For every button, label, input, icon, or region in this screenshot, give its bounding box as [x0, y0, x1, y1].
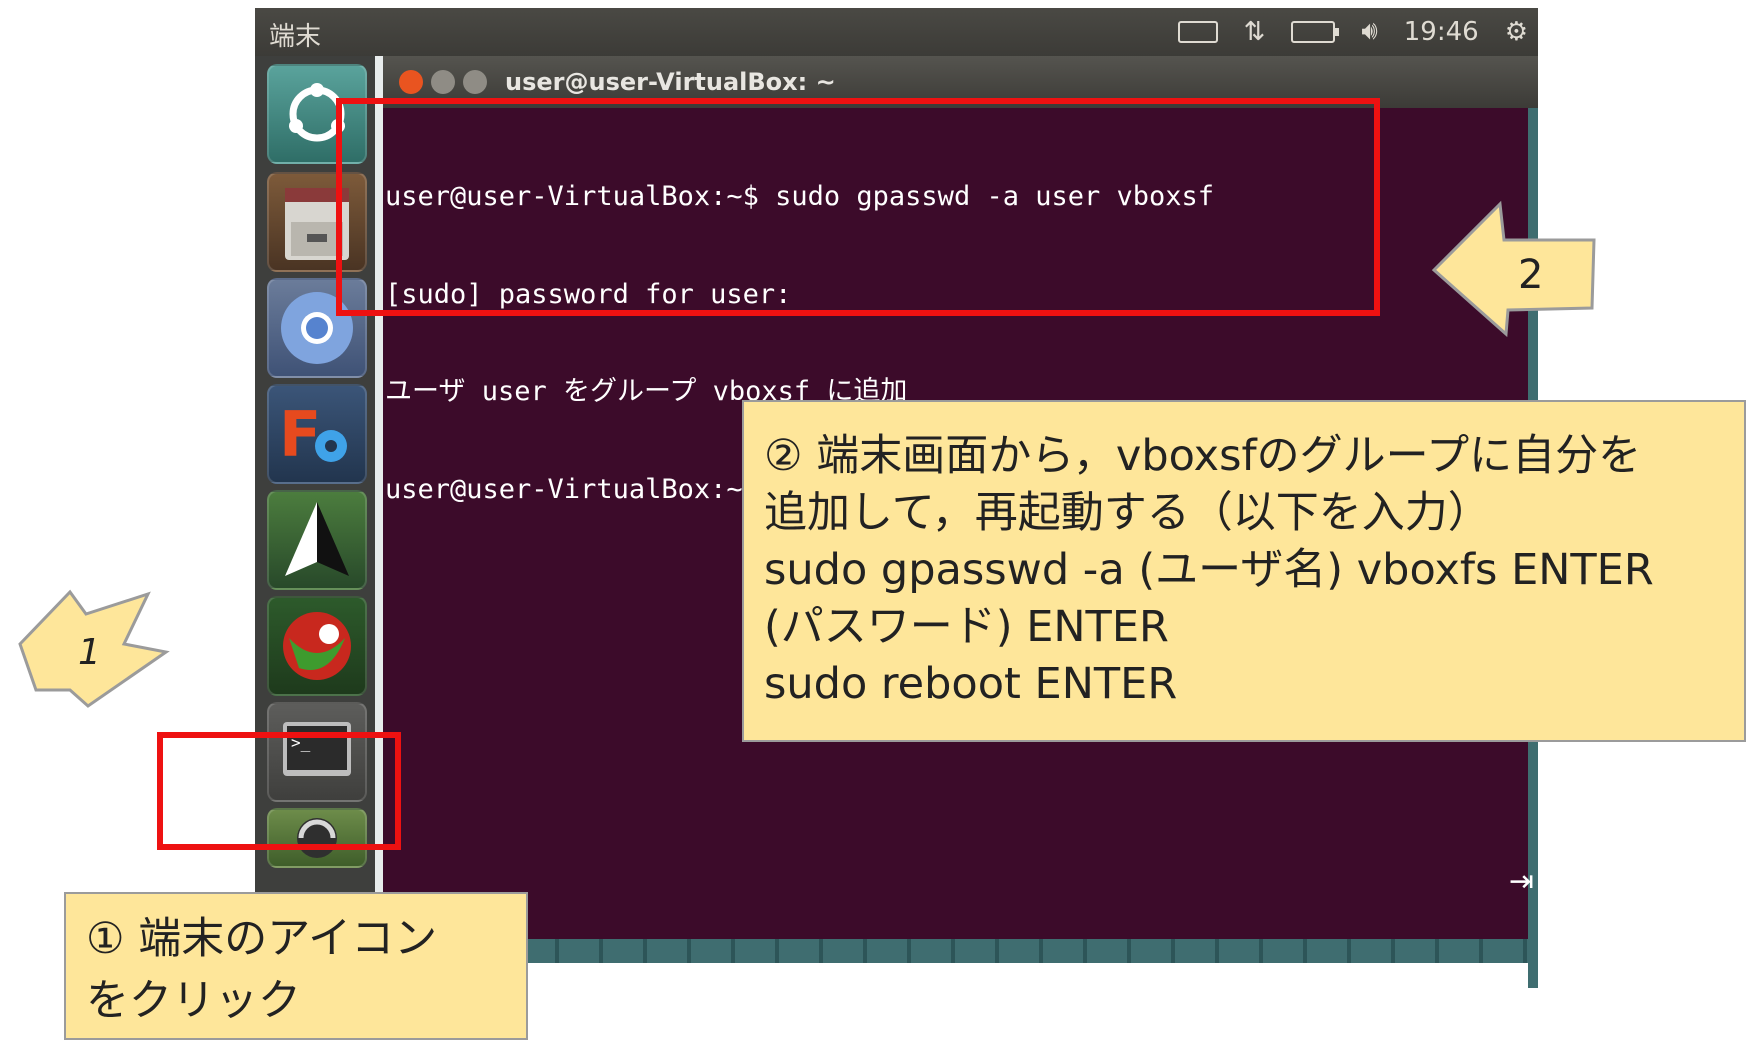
instruction-note-1: ① 端末のアイコン をクリック — [64, 892, 528, 1040]
arrow-1-icon: 1 — [18, 589, 170, 708]
battery-icon[interactable] — [1291, 20, 1340, 43]
arrow-1-label: 1 — [78, 632, 101, 673]
instruction-note-2: ② 端末画面から，vboxsfのグループに自分を 追加して，再起動する（以下を入… — [742, 400, 1746, 742]
top-panel: 端末 ⇅ 🔊︎ 19:46 ⚙ — [255, 8, 1538, 56]
note-line: ① 端末のアイコン — [86, 914, 438, 964]
note-line: ② 端末画面から，vboxsfのグループに自分を — [764, 431, 1642, 481]
note-line: (パスワード) ENTER — [764, 602, 1169, 652]
maximize-icon[interactable] — [463, 70, 487, 94]
network-icon[interactable]: ⇅ — [1244, 17, 1266, 47]
svg-text:F: F — [279, 398, 321, 471]
arrow-2-icon: 2 — [1431, 200, 1596, 338]
clock[interactable]: 19:46 — [1404, 17, 1479, 47]
triangle-icon[interactable] — [267, 490, 367, 590]
window-title: user@user-VirtualBox: ~ — [505, 68, 836, 96]
note-line: sudo gpasswd -a (ユーザ名) vboxfs ENTER — [764, 545, 1654, 595]
tab-arrow-icon: ⇥ — [1508, 864, 1534, 899]
minimize-icon[interactable] — [431, 70, 455, 94]
system-tray: ⇅ 🔊︎ 19:46 ⚙ — [1177, 16, 1528, 47]
gear-power-icon[interactable]: ⚙ — [1505, 17, 1528, 47]
red-green-ball-icon[interactable] — [267, 596, 367, 696]
note-line: をクリック — [86, 976, 301, 1026]
window-bottom-border — [383, 939, 1538, 963]
app-title: 端末 — [269, 22, 322, 52]
terminal-icon-highlight-box — [157, 732, 401, 850]
volume-icon[interactable]: 🔊︎ — [1361, 16, 1377, 47]
arrow-2-label: 2 — [1518, 252, 1543, 298]
command-highlight-box — [336, 98, 1380, 316]
f-gear-icon[interactable]: F — [267, 384, 367, 484]
keyboard-icon[interactable] — [1177, 20, 1218, 43]
close-icon[interactable] — [399, 70, 423, 94]
note-line: 追加して，再起動する（以下を入力） — [764, 488, 1491, 538]
note-line: sudo reboot ENTER — [764, 659, 1178, 709]
